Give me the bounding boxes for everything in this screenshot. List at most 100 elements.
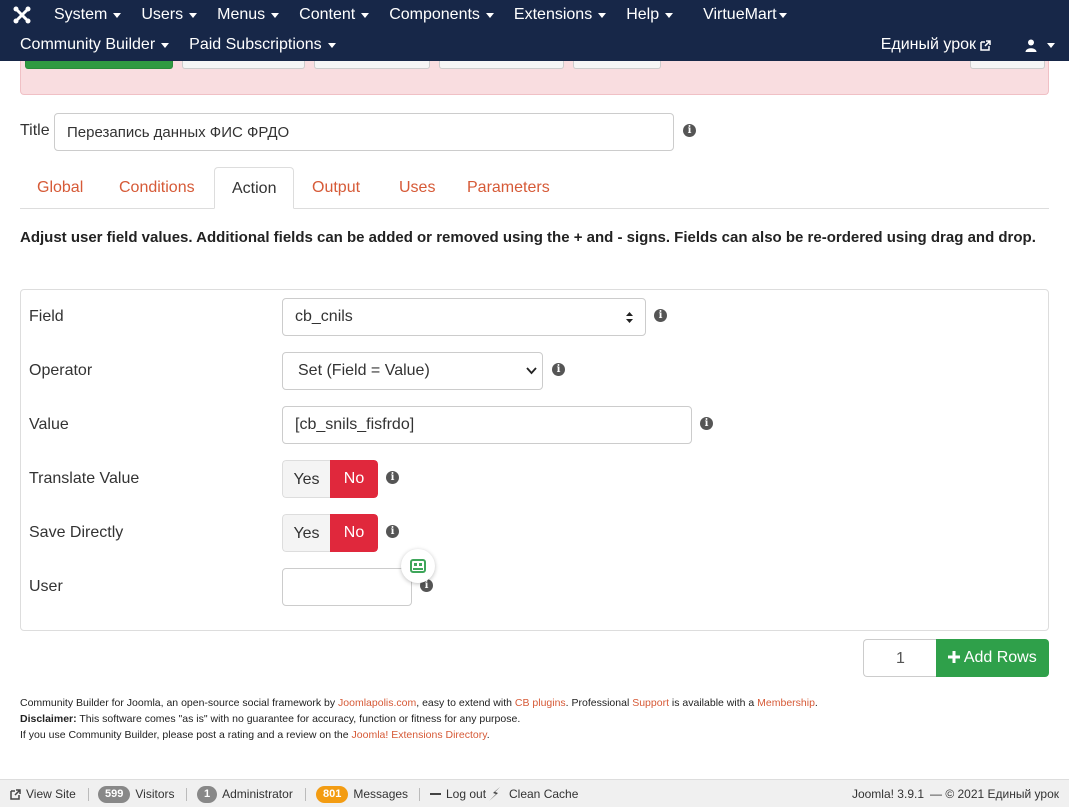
- footer-text: , easy to extend with: [416, 697, 515, 709]
- save-directly-label: Save Directly: [29, 524, 124, 541]
- admin-label: Administrator: [222, 787, 293, 801]
- site-link[interactable]: Единый урок: [881, 36, 976, 54]
- tab-uses[interactable]: Uses: [382, 167, 452, 209]
- footer-text: . Professional: [565, 697, 633, 709]
- password-manager-icon[interactable]: [401, 549, 435, 583]
- nav-help[interactable]: Help: [616, 6, 683, 24]
- tab-global[interactable]: Global: [20, 167, 100, 209]
- tab-output[interactable]: Output: [295, 167, 377, 209]
- translate-value-toggle[interactable]: Yes No: [282, 460, 378, 498]
- user-icon[interactable]: [1025, 39, 1037, 52]
- nav-menus[interactable]: Menus: [207, 6, 289, 24]
- nav-system-label: System: [54, 6, 108, 23]
- title-input[interactable]: Перезапись данных ФИС ФРДО: [54, 113, 674, 151]
- plus-icon: [948, 651, 961, 663]
- cb-plugins-link[interactable]: CB plugins: [515, 697, 566, 709]
- info-icon[interactable]: i: [386, 471, 399, 484]
- footer-line-2: Disclaimer: This software comes "as is" …: [20, 711, 1050, 727]
- save-directly-toggle[interactable]: Yes No: [282, 514, 378, 552]
- nav-paid-subscriptions[interactable]: Paid Subscriptions: [179, 36, 346, 54]
- nav-help-label: Help: [626, 6, 660, 23]
- nav-extensions[interactable]: Extensions: [504, 6, 616, 24]
- info-icon[interactable]: i: [654, 309, 667, 322]
- nav-content-label: Content: [299, 6, 356, 23]
- support-link[interactable]: Support: [632, 697, 669, 709]
- footer-text: .: [486, 729, 490, 741]
- top-navbar: System Users Menus Content Components Ex…: [0, 0, 1069, 61]
- visitors-link[interactable]: 599 Visitors: [98, 780, 174, 808]
- jed-link[interactable]: Joomla! Extensions Directory: [352, 729, 487, 741]
- nav-system[interactable]: System: [44, 6, 131, 24]
- nav-row-main: System Users Menus Content Components Ex…: [0, 0, 797, 30]
- version-label: Joomla! 3.9.1: [851, 787, 924, 801]
- info-icon[interactable]: i: [683, 124, 696, 137]
- nav-components[interactable]: Components: [379, 6, 504, 24]
- divider: [88, 788, 89, 801]
- external-link-icon: [980, 39, 991, 51]
- info-icon[interactable]: i: [700, 417, 713, 430]
- no-option[interactable]: No: [330, 460, 378, 498]
- toolbar-button[interactable]: [439, 61, 564, 69]
- tab-parameters[interactable]: Parameters: [450, 167, 567, 209]
- chevron-down-icon: [526, 367, 537, 375]
- tab-action[interactable]: Action: [214, 167, 295, 209]
- save-button[interactable]: [25, 61, 173, 69]
- caret-down-icon: [598, 12, 607, 18]
- add-rows-button[interactable]: Add Rows: [936, 639, 1049, 677]
- divider: [186, 788, 187, 801]
- toolbar-button[interactable]: [314, 61, 430, 69]
- joomla-logo-icon[interactable]: [0, 5, 44, 25]
- nav-community-builder[interactable]: Community Builder: [0, 36, 179, 54]
- messages-link[interactable]: 801 Messages: [316, 780, 408, 808]
- tab-bar: Global Conditions Action Output Uses Par…: [20, 167, 1049, 209]
- nav-content[interactable]: Content: [289, 6, 379, 24]
- version-info: Joomla! 3.9.1 — © 2021 Единый урок: [852, 780, 1059, 808]
- visitors-badge: 599: [98, 785, 131, 803]
- caret-down-icon: [113, 12, 122, 18]
- logout-link[interactable]: Log out: [430, 780, 486, 808]
- translate-value-label: Translate Value: [29, 470, 140, 487]
- no-option[interactable]: No: [330, 514, 378, 552]
- field-select-value: cb_cnils: [295, 308, 353, 325]
- tab-conditions[interactable]: Conditions: [102, 167, 212, 209]
- footer-text: is available with a: [669, 697, 758, 709]
- toolbar-button[interactable]: [970, 61, 1045, 69]
- caret-down-icon: [189, 12, 198, 18]
- administrator-link[interactable]: 1 Administrator: [197, 780, 293, 808]
- visitors-label: Visitors: [135, 787, 175, 801]
- status-bar: View Site 599 Visitors 1 Administrator 8…: [0, 779, 1069, 807]
- footer-line-3: If you use Community Builder, please pos…: [20, 727, 1050, 743]
- field-row-panel: [20, 289, 1049, 631]
- joomlapolis-link[interactable]: Joomlapolis.com: [338, 697, 416, 709]
- user-input[interactable]: [282, 568, 412, 606]
- value-input[interactable]: [cb_snils_fisfrdo]: [282, 406, 692, 444]
- field-select[interactable]: cb_cnils: [282, 298, 646, 336]
- footer-line-1: Community Builder for Joomla, an open-so…: [20, 695, 1050, 711]
- footer-text: If you use Community Builder, please pos…: [20, 729, 352, 741]
- footer-text: .: [814, 697, 818, 709]
- yes-option[interactable]: Yes: [282, 514, 330, 552]
- caret-down-icon: [361, 12, 370, 18]
- info-icon[interactable]: i: [386, 525, 399, 538]
- toolbar-button[interactable]: [573, 61, 661, 69]
- operator-select[interactable]: Set (Field = Value): [282, 352, 543, 390]
- toolbar-button[interactable]: [182, 61, 305, 69]
- membership-link[interactable]: Membership: [757, 697, 815, 709]
- disclaimer-text: This software comes "as is" with no guar…: [76, 713, 521, 725]
- info-icon[interactable]: i: [552, 363, 565, 376]
- nav-virtuemart[interactable]: VirtueMart: [693, 6, 797, 24]
- divider: [305, 788, 306, 801]
- view-site-link[interactable]: View Site: [10, 780, 76, 808]
- clean-cache-link[interactable]: Clean Cache: [487, 780, 578, 808]
- rows-count-input[interactable]: 1: [863, 639, 937, 677]
- nav-users[interactable]: Users: [131, 6, 207, 24]
- yes-option[interactable]: Yes: [282, 460, 330, 498]
- caret-down-icon: [665, 12, 674, 18]
- sort-arrows-icon: [626, 312, 633, 323]
- caret-down-icon[interactable]: [1047, 42, 1055, 48]
- caret-down-icon: [778, 12, 787, 18]
- operator-label: Operator: [29, 362, 93, 379]
- clean-cache-label: Clean Cache: [509, 787, 579, 801]
- nav-users-label: Users: [141, 6, 184, 23]
- add-rows-label: Add Rows: [963, 649, 1037, 666]
